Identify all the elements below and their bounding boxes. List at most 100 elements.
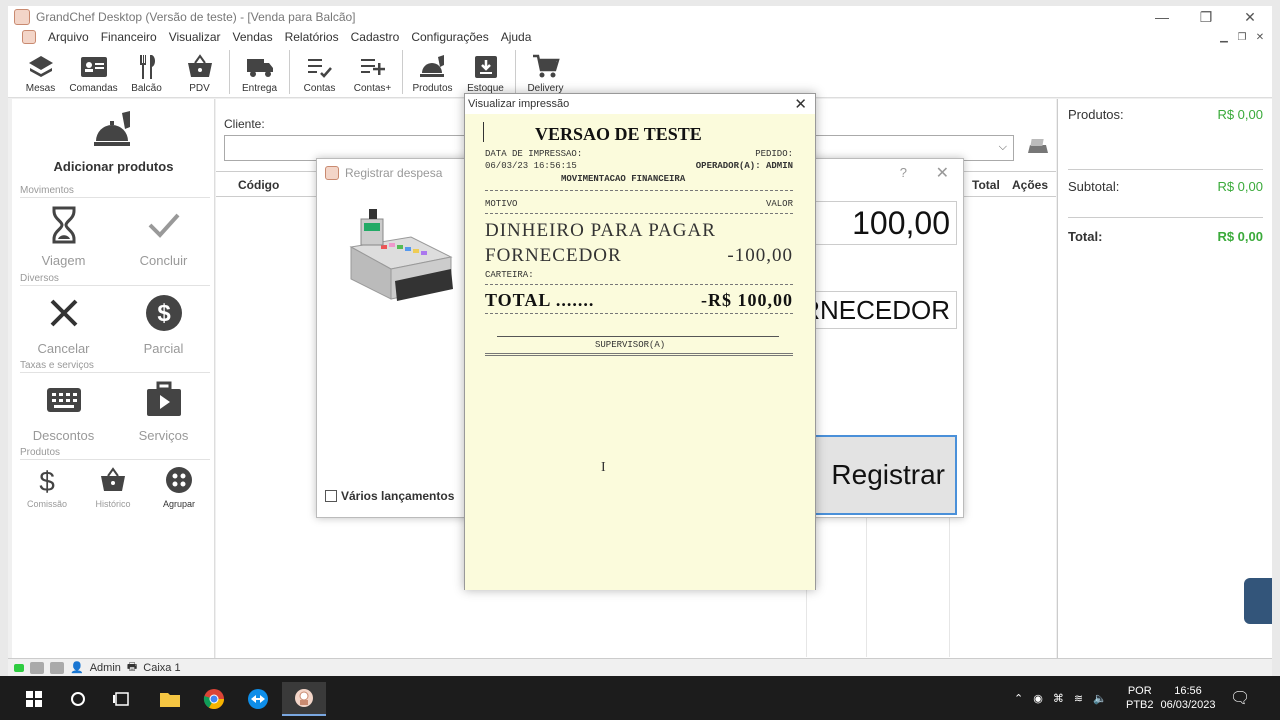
add-products-button[interactable]: Adicionar produtos bbox=[12, 109, 215, 179]
concluir-button[interactable]: Concluir bbox=[116, 205, 211, 268]
taskbar-grandchef[interactable] bbox=[282, 682, 326, 716]
toolbar-separator bbox=[402, 50, 403, 94]
chevron-down-icon: ⌵ bbox=[998, 141, 1007, 153]
network-icon[interactable]: ⌘ bbox=[1053, 692, 1064, 705]
webcam-icon[interactable]: ◉ bbox=[1033, 692, 1043, 705]
receipt-col-reason: MOTIVO bbox=[485, 199, 518, 209]
menu-vendas[interactable]: Vendas bbox=[227, 30, 279, 44]
task-view-icon bbox=[113, 692, 129, 706]
language-indicator[interactable]: POR PTB2 bbox=[1126, 676, 1154, 720]
close-button[interactable]: ✕ bbox=[1228, 6, 1272, 28]
toolbar-contas-button[interactable]: Contas bbox=[293, 46, 346, 98]
remote-support-icon[interactable] bbox=[1244, 578, 1272, 624]
toolbar-mesas-button[interactable]: Mesas bbox=[14, 46, 67, 98]
column-acoes[interactable]: Ações bbox=[1012, 178, 1048, 192]
multiple-entries-checkbox[interactable]: Vários lançamentos bbox=[325, 489, 454, 503]
minimize-button[interactable]: — bbox=[1140, 6, 1184, 28]
volume-icon[interactable]: 🔈 bbox=[1093, 692, 1107, 705]
summary-panel: Produtos: R$ 0,00 Subtotal: R$ 0,00 Tota… bbox=[1057, 99, 1272, 660]
menu-configuracoes[interactable]: Configurações bbox=[405, 30, 494, 44]
menu-relatorios[interactable]: Relatórios bbox=[279, 30, 345, 44]
servicos-button[interactable]: Serviços bbox=[116, 380, 211, 443]
subtotal-value: R$ 0,00 bbox=[1217, 179, 1263, 194]
viagem-button[interactable]: Viagem bbox=[16, 205, 111, 268]
printer-icon[interactable] bbox=[1026, 137, 1050, 157]
register-dialog-close-button[interactable]: ✕ bbox=[936, 163, 949, 183]
search-button[interactable] bbox=[56, 682, 100, 716]
clock[interactable]: 16:56 06/03/2023 bbox=[1160, 676, 1216, 720]
add-products-label: Adicionar produtos bbox=[53, 159, 174, 174]
descontos-button[interactable]: Descontos bbox=[16, 380, 111, 443]
calculator-icon bbox=[46, 388, 81, 412]
receipt-wallet-label: CARTEIRA: bbox=[485, 270, 534, 280]
toolbar-entrega-button[interactable]: Entrega bbox=[233, 46, 286, 98]
section-diversos: Diversos bbox=[20, 273, 210, 286]
toolbar-contas-plus-button[interactable]: Contas+ bbox=[346, 46, 399, 98]
notification-icon[interactable]: 🗨 bbox=[1230, 676, 1250, 720]
taskbar-teamviewer[interactable] bbox=[236, 682, 280, 716]
column-total[interactable]: Total bbox=[972, 178, 1000, 192]
keyboard-layout: PTB2 bbox=[1126, 699, 1154, 711]
menu-visualizar[interactable]: Visualizar bbox=[163, 30, 227, 44]
desktop: GrandChef Desktop (Versão de teste) - [V… bbox=[0, 0, 1280, 720]
system-tray: ⌃ ◉ ⌘ ≋ 🔈 bbox=[1014, 676, 1107, 720]
taskbar-file-explorer[interactable] bbox=[148, 682, 192, 716]
menu-arquivo[interactable]: Arquivo bbox=[42, 30, 95, 44]
toolbar-comandas-button[interactable]: Comandas bbox=[67, 46, 120, 98]
list-check-icon bbox=[307, 59, 332, 78]
start-button[interactable] bbox=[12, 682, 56, 716]
receipt-divider bbox=[485, 313, 793, 314]
task-view-button[interactable] bbox=[100, 682, 144, 716]
wifi-icon[interactable]: ≋ bbox=[1074, 692, 1083, 705]
truck-icon bbox=[246, 59, 273, 77]
close-x-icon bbox=[50, 299, 77, 327]
checkbox-box[interactable] bbox=[325, 490, 337, 502]
client-label: Cliente: bbox=[224, 117, 265, 131]
menu-financeiro[interactable]: Financeiro bbox=[95, 30, 163, 44]
briefcase-play-icon bbox=[146, 381, 181, 416]
receipt-paper[interactable]: VERSAO DE TESTE DATA DE IMPRESSAO: PEDID… bbox=[465, 114, 815, 590]
i-beam-cursor-icon: I bbox=[601, 460, 606, 475]
toolbar-balcao-label: Balcão bbox=[131, 83, 162, 94]
menu-bar: Arquivo Financeiro Visualizar Vendas Rel… bbox=[8, 28, 1272, 46]
print-preview-close-button[interactable]: ✕ bbox=[794, 95, 807, 113]
comissao-button[interactable]: $ Comissão bbox=[14, 465, 80, 509]
taskbar-chrome[interactable] bbox=[192, 682, 236, 716]
toolbar-estoque-button[interactable]: Estoque bbox=[459, 46, 512, 98]
receipt-order-label: PEDIDO: bbox=[755, 149, 793, 159]
toolbar-pdv-button[interactable]: PDV bbox=[173, 46, 226, 98]
cash-register-image bbox=[349, 209, 453, 301]
mdi-restore-button[interactable]: ❐ bbox=[1234, 30, 1250, 44]
chevron-up-icon[interactable]: ⌃ bbox=[1014, 692, 1023, 705]
toolbar-delivery-button[interactable]: Delivery bbox=[519, 46, 572, 98]
receipt-line-1: DINHEIRO PARA PAGAR bbox=[485, 220, 716, 241]
windows-icon bbox=[26, 691, 42, 707]
receipt-heading: VERSAO DE TESTE bbox=[535, 124, 702, 144]
help-button[interactable]: ? bbox=[900, 165, 907, 180]
restore-button[interactable]: ❐ bbox=[1184, 6, 1228, 28]
multiple-entries-label: Vários lançamentos bbox=[341, 489, 455, 503]
menu-cadastro[interactable]: Cadastro bbox=[345, 30, 406, 44]
status-bar: 👤 Admin 🖶 Caixa 1 bbox=[8, 658, 1272, 676]
parcial-button[interactable]: $ Parcial bbox=[116, 293, 211, 356]
mdi-minimize-button[interactable]: ▁ bbox=[1216, 30, 1232, 44]
print-preview-titlebar: Visualizar impressão ✕ bbox=[465, 94, 815, 114]
left-panel: Adicionar produtos Movimentos Viagem Con… bbox=[12, 99, 215, 660]
mdi-close-button[interactable]: ✕ bbox=[1252, 30, 1268, 44]
descontos-label: Descontos bbox=[32, 428, 95, 443]
toolbar-produtos-button[interactable]: Produtos bbox=[406, 46, 459, 98]
receipt-col-value: VALOR bbox=[765, 199, 793, 209]
historico-button[interactable]: Histórico bbox=[80, 465, 146, 509]
receipt-total-value: -R$ 100,00 bbox=[701, 290, 793, 310]
cloche-icon bbox=[93, 111, 130, 146]
summary-subtotal: Subtotal: R$ 0,00 bbox=[1068, 179, 1263, 194]
print-preview-title: Visualizar impressão bbox=[468, 98, 570, 110]
cancelar-button[interactable]: Cancelar bbox=[16, 293, 111, 356]
column-codigo[interactable]: Código bbox=[238, 178, 279, 192]
toolbar-separator bbox=[229, 50, 230, 94]
mdi-app-icon[interactable] bbox=[22, 30, 36, 44]
toolbar-balcao-button[interactable]: Balcão bbox=[120, 46, 173, 98]
receipt-divider bbox=[485, 284, 793, 285]
agrupar-button[interactable]: Agrupar bbox=[146, 465, 212, 509]
menu-ajuda[interactable]: Ajuda bbox=[495, 30, 538, 44]
